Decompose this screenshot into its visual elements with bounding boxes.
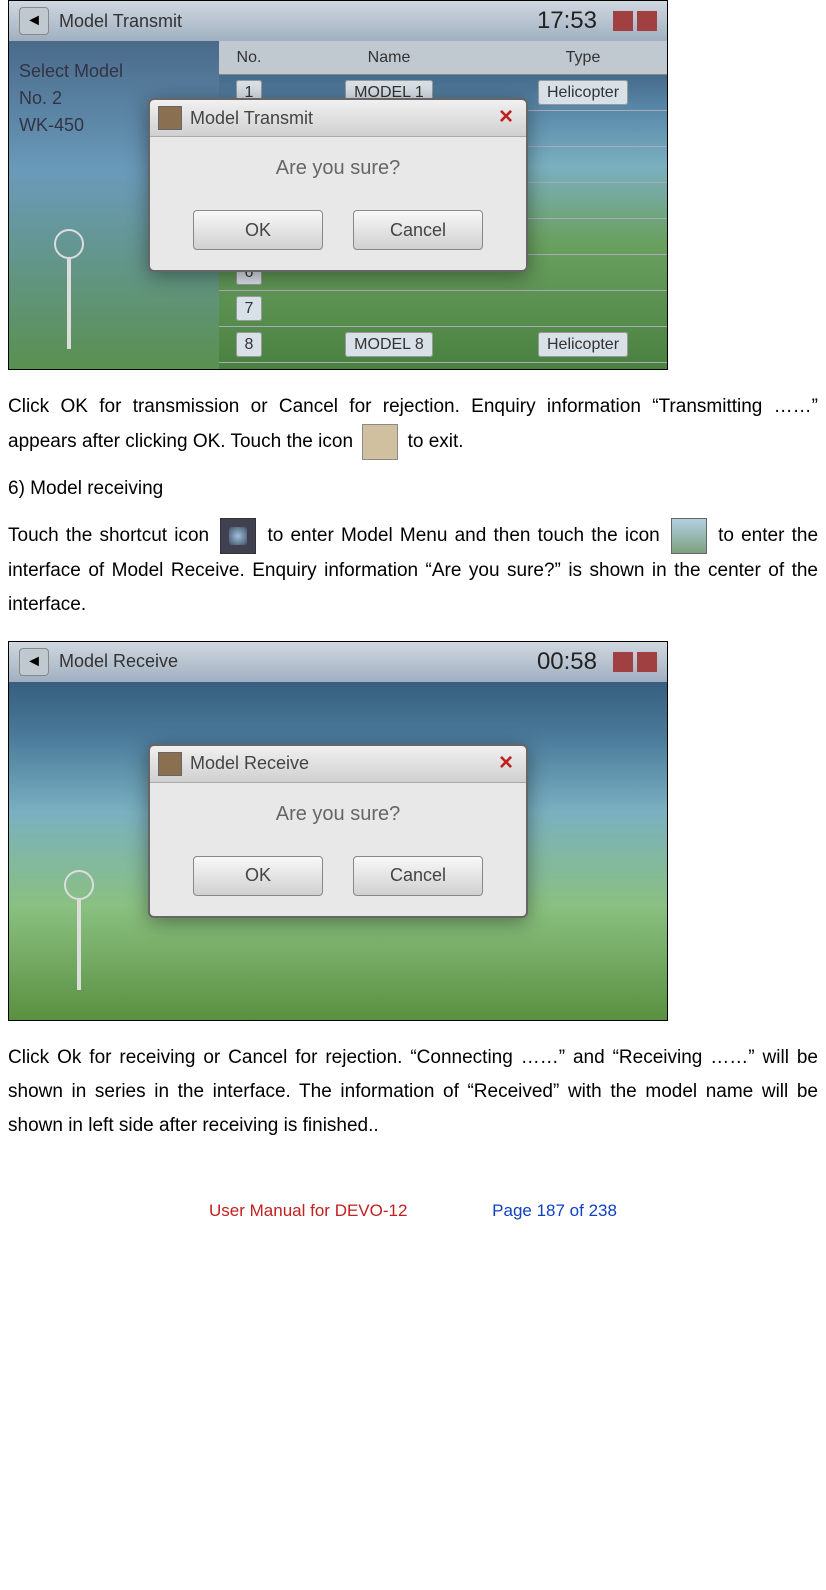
screen-title: Model Receive: [59, 651, 537, 672]
text-run: Touch the shortcut icon: [8, 525, 216, 546]
sidebar-label: Select Model: [19, 61, 209, 82]
dialog-message: Are you sure?: [150, 137, 526, 200]
screenshot-model-transmit: ◄ Model Transmit 17:53 Select Model No. …: [8, 0, 668, 370]
page-footer: User Manual for DEVO-12 Page 187 of 238: [0, 1161, 826, 1241]
signal-icon: [613, 652, 633, 672]
dialog-message: Are you sure?: [150, 783, 526, 846]
status-icons: [613, 652, 657, 672]
cell-type: Helicopter: [538, 332, 628, 357]
confirm-dialog: Model Receive × Are you sure? OK Cancel: [148, 744, 528, 918]
ok-button[interactable]: OK: [193, 210, 323, 250]
exit-icon: [362, 424, 398, 460]
table-row[interactable]: 7: [219, 291, 667, 327]
dialog-icon: [158, 752, 182, 776]
model-receive-icon: [671, 518, 707, 554]
dialog-titlebar: Model Receive ×: [150, 746, 526, 783]
footer-doc-title: User Manual for DEVO-12: [209, 1201, 407, 1220]
screenshot-model-receive: ◄ Model Receive 00:58 Model Receive × Ar…: [8, 641, 668, 1021]
dialog-buttons: OK Cancel: [150, 200, 526, 270]
dialog-icon: [158, 106, 182, 130]
back-button[interactable]: ◄: [19, 648, 49, 676]
body-paragraph: Touch the shortcut icon to enter Model M…: [8, 518, 818, 622]
back-button[interactable]: ◄: [19, 7, 49, 35]
confirm-dialog: Model Transmit × Are you sure? OK Cancel: [148, 98, 528, 272]
status-bar: ◄ Model Receive 00:58: [9, 642, 667, 682]
dialog-buttons: OK Cancel: [150, 846, 526, 916]
back-arrow-icon: ◄: [26, 12, 42, 30]
cell-no: 7: [236, 296, 263, 321]
dialog-title: Model Transmit: [190, 108, 494, 129]
dialog-titlebar: Model Transmit ×: [150, 100, 526, 137]
back-arrow-icon: ◄: [26, 653, 42, 671]
ok-button[interactable]: OK: [193, 856, 323, 896]
text-run: to enter Model Menu and then touch the i…: [267, 525, 666, 546]
battery-icon: [637, 652, 657, 672]
cell-no: 8: [236, 332, 263, 357]
close-icon[interactable]: ×: [494, 106, 518, 130]
wind-turbine-graphic: [39, 229, 99, 349]
header-name: Name: [279, 49, 499, 67]
text-run: to exit.: [408, 431, 464, 452]
battery-icon: [637, 11, 657, 31]
footer-page-number: Page 187 of 238: [492, 1201, 617, 1220]
body-paragraph: Click Ok for receiving or Cancel for rej…: [8, 1041, 818, 1144]
close-icon[interactable]: ×: [494, 752, 518, 776]
cancel-button[interactable]: Cancel: [353, 856, 483, 896]
table-row[interactable]: 8 MODEL 8 Helicopter: [219, 327, 667, 363]
header-no: No.: [219, 49, 279, 67]
dialog-title: Model Receive: [190, 753, 494, 774]
wind-turbine-graphic: [49, 870, 109, 990]
section-heading: 6) Model receiving: [8, 478, 818, 500]
body-paragraph: Click OK for transmission or Cancel for …: [8, 390, 818, 460]
status-bar: ◄ Model Transmit 17:53: [9, 1, 667, 41]
model-menu-shortcut-icon: [220, 518, 256, 554]
signal-icon: [613, 11, 633, 31]
cell-name: MODEL 8: [345, 332, 433, 357]
screen-title: Model Transmit: [59, 11, 537, 32]
cell-type: Helicopter: [538, 80, 628, 105]
header-type: Type: [499, 49, 667, 67]
table-header: No. Name Type: [219, 41, 667, 75]
status-icons: [613, 11, 657, 31]
cancel-button[interactable]: Cancel: [353, 210, 483, 250]
